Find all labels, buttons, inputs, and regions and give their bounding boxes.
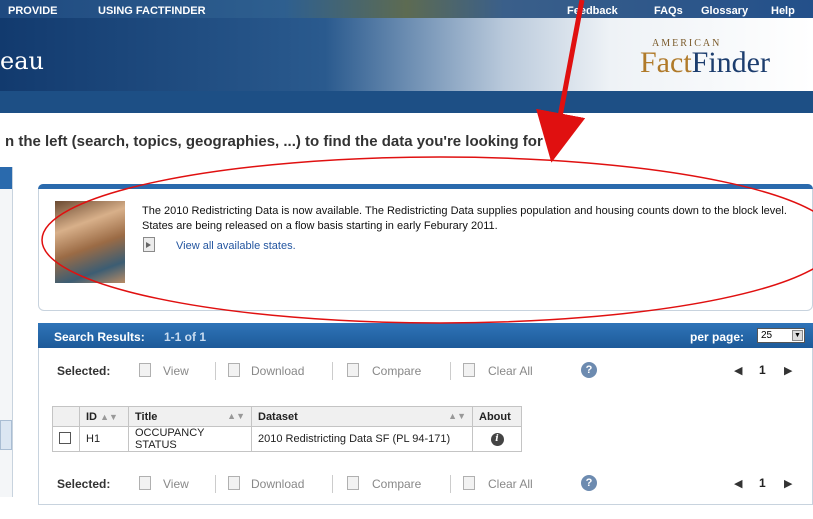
factfinder-logo[interactable]: FactFinder <box>640 46 770 80</box>
pager-current-page[interactable]: 1 <box>759 363 766 377</box>
sort-icon[interactable]: ▲▼ <box>100 412 118 422</box>
pager-next-icon[interactable]: ▶ <box>784 477 792 490</box>
row-title-link[interactable]: OCCUPANCY STATUS <box>128 426 252 452</box>
notice-panel-top-bar <box>38 184 813 189</box>
children-photo <box>55 201 125 283</box>
row-about-cell: i <box>472 426 522 452</box>
toolbar-separator <box>215 362 216 380</box>
column-header-about: About <box>472 406 522 427</box>
selection-toolbar-bottom: Selected: View Download Compare Clear Al… <box>38 471 813 497</box>
view-icon <box>139 363 151 377</box>
clear-all-button[interactable]: Clear All <box>488 477 533 491</box>
page-instructions: n the left (search, topics, geographies,… <box>5 133 543 150</box>
download-button[interactable]: Download <box>251 364 304 378</box>
download-button[interactable]: Download <box>251 477 304 491</box>
row-id: H1 <box>79 426 129 452</box>
nav-item-feedback[interactable]: Feedback <box>567 5 618 17</box>
table-row: H1 OCCUPANCY STATUS 2010 Redistricting D… <box>52 426 522 452</box>
toolbar-separator <box>215 475 216 493</box>
selected-label: Selected: <box>57 364 111 378</box>
toolbar-separator <box>332 475 333 493</box>
column-header-id[interactable]: ID ▲▼ <box>79 406 129 427</box>
column-header-title[interactable]: Title ▲▼ <box>128 406 252 427</box>
row-checkbox[interactable] <box>59 431 71 444</box>
view-available-states-link[interactable]: View all available states. <box>176 240 296 252</box>
compare-icon <box>347 363 359 377</box>
compare-button[interactable]: Compare <box>372 477 421 491</box>
selection-toolbar-top: Selected: View Download Compare Clear Al… <box>38 358 813 384</box>
nav-item-provide[interactable]: PROVIDE <box>8 5 58 17</box>
table-header-row: ID ▲▼ Title ▲▼ Dataset ▲▼ About <box>52 406 522 427</box>
pager-prev-icon[interactable]: ◀ <box>734 364 742 377</box>
per-page-select[interactable]: 25 ▼ <box>757 328 805 343</box>
toolbar-separator <box>450 475 451 493</box>
pager-prev-icon[interactable]: ◀ <box>734 477 742 490</box>
left-sidebar-panel-handle[interactable] <box>0 420 12 450</box>
nav-item-faqs[interactable]: FAQs <box>654 5 683 17</box>
pager-current-page[interactable]: 1 <box>759 476 766 490</box>
compare-icon <box>347 476 359 490</box>
column-header-dataset[interactable]: Dataset ▲▼ <box>251 406 473 427</box>
results-table: ID ▲▼ Title ▲▼ Dataset ▲▼ About H1 OCCUP… <box>52 406 522 452</box>
clear-all-button[interactable]: Clear All <box>488 364 533 378</box>
toolbar-separator <box>332 362 333 380</box>
compare-button[interactable]: Compare <box>372 364 421 378</box>
info-icon[interactable]: i <box>490 433 504 446</box>
search-results-count: 1-1 of 1 <box>164 330 207 344</box>
pager-next-icon[interactable]: ▶ <box>784 364 792 377</box>
view-icon <box>139 476 151 490</box>
document-arrow-icon <box>143 237 155 252</box>
view-button[interactable]: View <box>163 477 189 491</box>
left-sidebar-tab[interactable] <box>0 167 12 189</box>
chevron-down-icon[interactable]: ▼ <box>792 330 803 341</box>
nav-bar <box>0 91 813 113</box>
nav-item-help[interactable]: Help <box>771 5 795 17</box>
agency-name: eau <box>0 47 44 75</box>
selected-label: Selected: <box>57 477 111 491</box>
download-icon <box>228 476 240 490</box>
sort-icon[interactable]: ▲▼ <box>227 411 245 421</box>
row-select-cell <box>52 426 80 452</box>
clear-all-icon <box>463 476 475 490</box>
help-icon[interactable]: ? <box>581 362 597 378</box>
per-page-value: 25 <box>761 330 773 341</box>
logo-finder: Finder <box>691 46 770 79</box>
sort-icon[interactable]: ▲▼ <box>448 411 466 421</box>
per-page-label: per page: <box>690 330 745 344</box>
notice-text: The 2010 Redistricting Data is now avail… <box>142 205 787 232</box>
toolbar-separator <box>450 362 451 380</box>
download-icon <box>228 363 240 377</box>
help-icon[interactable]: ? <box>581 475 597 491</box>
row-dataset: 2010 Redistricting Data SF (PL 94-171) <box>251 426 473 452</box>
nav-item-using-factfinder[interactable]: USING FACTFINDER <box>98 5 206 17</box>
select-column-header <box>52 406 80 427</box>
view-button[interactable]: View <box>163 364 189 378</box>
search-results-title: Search Results: <box>54 330 145 344</box>
clear-all-icon <box>463 363 475 377</box>
logo-fact: Fact <box>640 46 692 79</box>
nav-item-glossary[interactable]: Glossary <box>701 5 748 17</box>
